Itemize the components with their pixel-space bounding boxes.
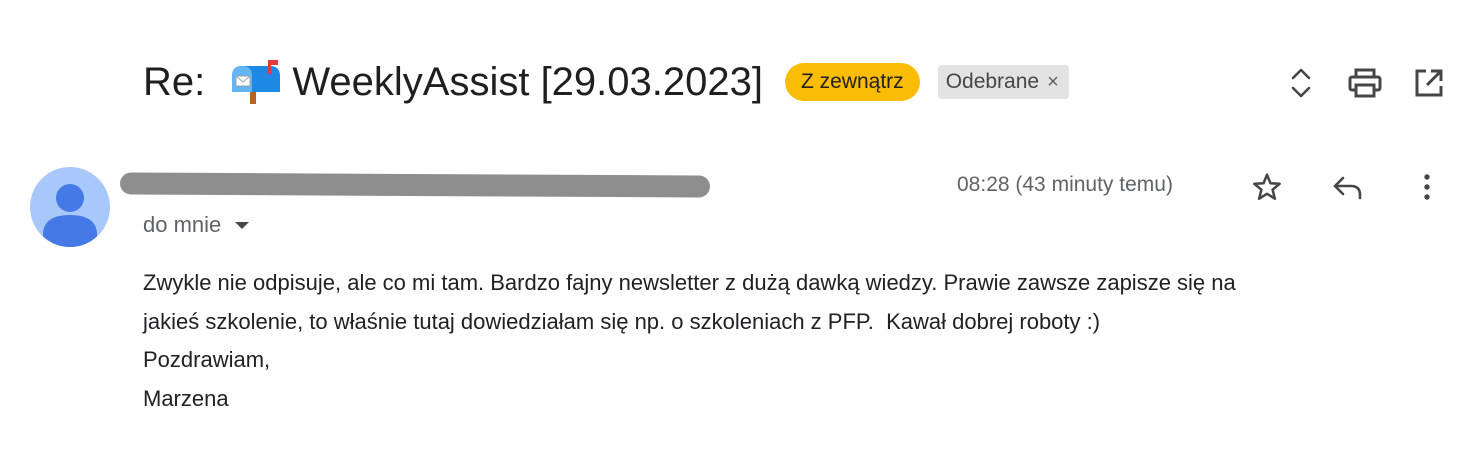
star-icon[interactable]	[1246, 166, 1288, 208]
message-body: Zwykle nie odpisuje, ale co mi tam. Bard…	[143, 264, 1448, 418]
subject-row: Re: WeeklyAssist [29.03.2023] Z zewnątrz…	[143, 56, 1069, 108]
subject-prefix: Re:	[143, 60, 217, 104]
message-timestamp: 08:28 (43 minuty temu)	[957, 173, 1173, 196]
email-view: Re: WeeklyAssist [29.03.2023] Z zewnątrz…	[0, 0, 1462, 458]
label-inbox[interactable]: Odebrane ×	[937, 65, 1069, 99]
print-icon[interactable]	[1344, 62, 1386, 104]
sender-name-redacted	[119, 172, 711, 198]
body-line: Pozdrawiam,	[143, 347, 271, 372]
email-subject: Re: WeeklyAssist [29.03.2023]	[143, 56, 763, 108]
mailbox-with-mail-icon	[228, 60, 282, 104]
recipient-details-dropdown-icon[interactable]	[235, 221, 250, 229]
open-in-new-window-icon[interactable]	[1408, 62, 1450, 104]
message-actions	[1246, 166, 1448, 208]
more-vert-icon[interactable]	[1406, 166, 1448, 208]
recipient-line[interactable]: do mnie	[143, 212, 250, 238]
label-external[interactable]: Z zewnątrz	[784, 63, 920, 101]
body-line: jakieś szkolenie, to właśnie tutaj dowie…	[143, 308, 1101, 334]
body-line: Marzena	[143, 385, 229, 411]
reply-icon[interactable]	[1326, 166, 1368, 208]
subject-title: WeeklyAssist [29.03.2023]	[292, 60, 763, 104]
person-icon	[43, 184, 97, 247]
body-line: Zwykle nie odpisuje, ale co mi tam. Bard…	[143, 270, 1236, 295]
recipient-label: do mnie	[143, 212, 222, 237]
avatar[interactable]	[30, 167, 110, 247]
thread-actions	[1280, 62, 1450, 104]
label-inbox-text: Odebrane	[945, 70, 1040, 93]
expand-collapse-icon[interactable]	[1280, 62, 1322, 104]
remove-label-icon[interactable]: ×	[1047, 65, 1059, 99]
